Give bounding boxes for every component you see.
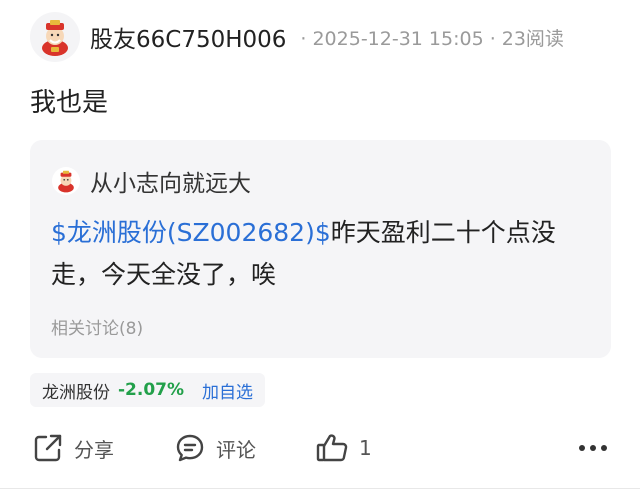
like-count: 1 [359, 436, 372, 460]
god-of-wealth-icon [58, 170, 74, 193]
related-discussions-link[interactable]: 相关讨论(8) [51, 314, 143, 339]
post-header: 股友66C750H006 · 2025-12-31 15:05 · 23阅读 [30, 12, 590, 62]
more-dots-icon [579, 445, 607, 451]
share-button[interactable]: 分享 [32, 428, 114, 468]
stock-name[interactable]: 龙洲股份 [42, 378, 110, 403]
read-count: 23阅读 [501, 27, 564, 50]
post-timestamp: 2025-12-31 15:05 [312, 27, 484, 50]
comment-icon [176, 434, 204, 462]
post-text: 我也是 [30, 88, 109, 118]
quote-author-avatar[interactable] [52, 167, 80, 195]
username[interactable]: 股友66C750H006 [90, 20, 286, 54]
quoted-post-card[interactable]: 从小志向就远大 $龙洲股份(SZ002682)$昨天盈利二十个点没走，今天全没了… [30, 140, 611, 358]
share-label: 分享 [74, 437, 114, 462]
quote-author[interactable]: 从小志向就远大 [52, 164, 251, 198]
god-of-wealth-icon [42, 20, 68, 56]
action-bar: 分享 评论 1 [30, 428, 612, 468]
bottom-divider [0, 488, 640, 489]
thumbs-up-icon [316, 434, 348, 462]
quote-body: $龙洲股份(SZ002682)$昨天盈利二十个点没走，今天全没了，唉 [51, 212, 596, 296]
stock-link[interactable]: $龙洲股份(SZ002682)$ [51, 218, 331, 247]
share-icon [34, 434, 62, 462]
comment-label: 评论 [216, 437, 256, 462]
like-button[interactable]: 1 [315, 428, 372, 468]
post-meta: · 2025-12-31 15:05 · 23阅读 [294, 24, 564, 51]
comment-button[interactable]: 评论 [174, 428, 256, 468]
stock-tag[interactable]: 龙洲股份 -2.07% 加自选 [30, 373, 266, 407]
more-options-button[interactable] [578, 428, 608, 468]
stock-change: -2.07% [118, 380, 185, 400]
add-watchlist-button[interactable]: 加自选 [202, 378, 253, 403]
meta-separator: · [300, 27, 307, 50]
user-avatar[interactable] [30, 12, 80, 62]
quote-author-name[interactable]: 从小志向就远大 [90, 164, 251, 198]
meta-separator: · [489, 27, 496, 50]
